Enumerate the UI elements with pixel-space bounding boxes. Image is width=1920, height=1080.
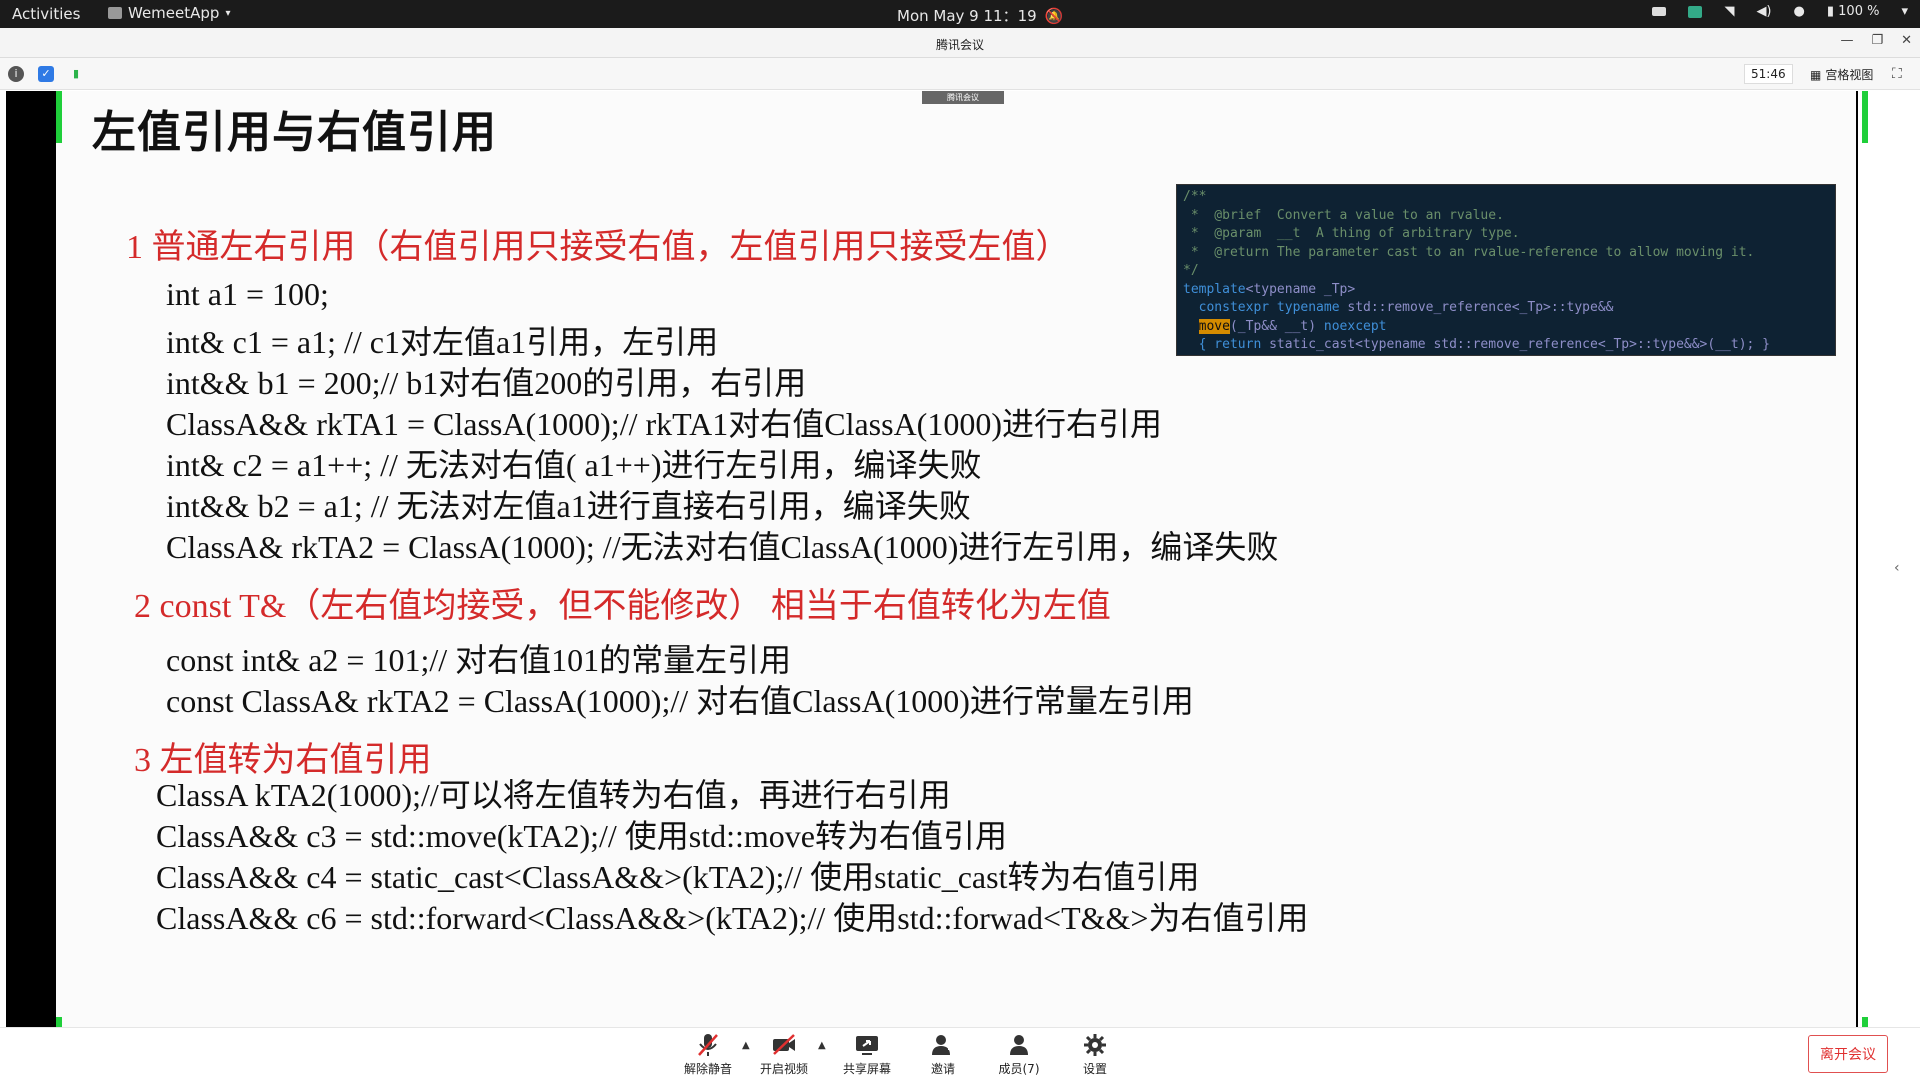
audio-options-caret-icon[interactable]: ▲ bbox=[742, 1040, 750, 1051]
code-text: <typename _Tp> bbox=[1245, 281, 1356, 297]
code-line: ClassA&& c3 = std::move(kTA2);// 使用std::… bbox=[156, 818, 1008, 854]
code-text: static_cast<typename std::remove_referen… bbox=[1269, 337, 1770, 352]
minimize-icon[interactable]: — bbox=[1840, 33, 1853, 48]
speaker-indicator bbox=[1862, 91, 1868, 143]
invite-label: 邀请 bbox=[930, 1062, 955, 1076]
share-screen-icon bbox=[856, 1036, 878, 1055]
meeting-timer: 51:46 bbox=[1744, 64, 1793, 84]
settings-label: 设置 bbox=[1082, 1062, 1107, 1076]
shared-screen: 左值引用与右值引用 1 普通左右引用（右值引用只接受右值，左值引用只接受左值） … bbox=[6, 91, 1868, 1027]
restore-icon[interactable]: ❐ bbox=[1871, 33, 1883, 48]
battery-icon: ▮ bbox=[1826, 4, 1835, 19]
battery-label: 100 % bbox=[1838, 4, 1880, 19]
code-comment-line: */ bbox=[1183, 263, 1199, 278]
grid-icon: ▦ bbox=[1810, 67, 1822, 82]
shield-icon[interactable]: ✓ bbox=[38, 66, 54, 82]
app-menu-label: WemeetApp bbox=[128, 4, 220, 22]
code-line: const int& a2 = 101;// 对右值101的常量左引用 bbox=[166, 642, 792, 678]
code-line: move(_Tp&& __t) noexcept bbox=[1183, 318, 1829, 337]
members-label: 成员(7) bbox=[998, 1062, 1040, 1076]
code-highlight: move bbox=[1198, 318, 1230, 334]
code-line: int&& b2 = a1; // 无法对左值a1进行直接右引用，编译失败 bbox=[166, 488, 971, 524]
fullscreen-icon[interactable]: ⛶ bbox=[1892, 66, 1902, 82]
app-menu[interactable]: WemeetApp ▾ bbox=[108, 4, 230, 22]
code-line: ClassA&& c4 = static_cast<ClassA&&>(kTA2… bbox=[156, 859, 1200, 895]
battery-indicator[interactable]: ▮ 100 % bbox=[1827, 4, 1880, 19]
code-screenshot: /** * @brief Convert a value to an rvalu… bbox=[1176, 184, 1836, 356]
code-line: ClassA&& rkTA1 = ClassA(1000);// rkTA1对右… bbox=[166, 406, 1162, 442]
clock-label: Mon May 9 11：19 bbox=[897, 7, 1037, 25]
presentation-slide: 左值引用与右值引用 1 普通左右引用（右值引用只接受右值，左值引用只接受左值） … bbox=[56, 91, 1856, 1027]
keyboard-icon[interactable] bbox=[1652, 7, 1667, 16]
share-screen-label: 共享屏幕 bbox=[842, 1062, 891, 1076]
volume-icon[interactable]: ◀) bbox=[1756, 4, 1771, 19]
invite-button[interactable]: 邀请 bbox=[911, 1032, 975, 1077]
code-line: int& c1 = a1; // c1对左值a1引用，左引用 bbox=[166, 324, 719, 360]
members-button[interactable]: 成员(7) bbox=[987, 1032, 1051, 1077]
caret-down-icon: ▾ bbox=[225, 7, 231, 19]
code-keyword: noexcept bbox=[1323, 318, 1387, 334]
clock[interactable]: Mon May 9 11：19 🔕 bbox=[897, 5, 1063, 26]
app-icon bbox=[108, 7, 122, 19]
speaker-indicator bbox=[56, 91, 62, 143]
microphone-icon[interactable]: ● bbox=[1794, 4, 1805, 19]
code-line: const ClassA& rkTA2 = ClassA(1000);// 对右… bbox=[166, 683, 1194, 719]
code-line: int&& b1 = 200;// b1对右值200的引用，右引用 bbox=[166, 365, 807, 401]
system-tray[interactable]: ◥ ◀) ● ▮ 100 % ▾ bbox=[1652, 4, 1908, 19]
grid-view-label: 宫格视图 bbox=[1825, 68, 1874, 82]
speaker-indicator bbox=[56, 1017, 62, 1027]
power-menu-caret-icon[interactable]: ▾ bbox=[1901, 4, 1908, 19]
grid-view-button[interactable]: ▦ 宫格视图 bbox=[1802, 64, 1881, 85]
network-app-icon[interactable] bbox=[1688, 5, 1703, 18]
wifi-icon[interactable]: ◥ bbox=[1724, 4, 1734, 19]
gear-icon bbox=[1084, 1034, 1106, 1056]
system-top-bar: Activities WemeetApp ▾ Mon May 9 11：19 🔕… bbox=[0, 0, 1920, 28]
section-heading-1: 1 普通左右引用（右值引用只接受右值，左值引用只接受左值） bbox=[126, 229, 1070, 266]
mic-muted-icon bbox=[698, 1034, 718, 1056]
section-heading-2: 2 const T&（左右值均接受，但不能修改） 相当于右值转化为左值 bbox=[134, 588, 1111, 625]
speaker-indicator bbox=[1862, 1017, 1868, 1027]
code-keyword: { return bbox=[1183, 337, 1270, 352]
code-comment-line: * @return The parameter cast to an rvalu… bbox=[1183, 244, 1755, 260]
share-screen-button[interactable]: 共享屏幕 bbox=[835, 1032, 899, 1077]
info-icon[interactable]: i bbox=[8, 66, 24, 82]
code-comment-line: * @param __t A thing of arbitrary type. bbox=[1183, 226, 1520, 241]
start-video-button[interactable]: 开启视频 bbox=[752, 1032, 816, 1077]
window-title-bar: 腾讯会议 — ❐ ✕ bbox=[0, 28, 1920, 58]
video-off-icon bbox=[773, 1034, 795, 1055]
settings-button[interactable]: 设置 bbox=[1063, 1032, 1127, 1077]
code-text: (_Tp&& __t) bbox=[1229, 318, 1324, 334]
meeting-controls: 解除静音 ▲ 开启视频 ▲ 共享屏幕 邀请 成员(7) 设置 离开会议 bbox=[0, 1027, 1920, 1080]
meeting-toolbar: i ✓ ▮ 51:46 ▦ 宫格视图 ⛶ bbox=[0, 58, 1920, 90]
code-line: constexpr typename std::remove_reference… bbox=[1183, 299, 1829, 318]
window-title: 腾讯会议 bbox=[935, 38, 984, 52]
code-line: ClassA&& c6 = std::forward<ClassA&&>(kTA… bbox=[156, 900, 1309, 936]
unmute-button[interactable]: 解除静音 bbox=[676, 1032, 740, 1077]
chevron-left-icon[interactable]: ‹ bbox=[1894, 560, 1900, 576]
code-comment-line: * @brief Convert a value to an rvalue. bbox=[1183, 207, 1504, 223]
code-keyword: template bbox=[1183, 281, 1246, 297]
notifications-off-icon: 🔕 bbox=[1044, 6, 1064, 25]
add-user-icon bbox=[932, 1035, 954, 1055]
code-line: ClassA& rkTA2 = ClassA(1000); //无法对右值Cla… bbox=[166, 529, 1279, 565]
code-line: { return static_cast<typename std::remov… bbox=[1183, 336, 1829, 355]
code-line: ClassA kTA2(1000);//可以将左值转为右值，再进行右引用 bbox=[156, 777, 951, 813]
code-line: int& c2 = a1++; // 无法对右值( a1++)进行左引用，编译失… bbox=[166, 447, 982, 483]
signal-icon[interactable]: ▮ bbox=[68, 66, 84, 82]
video-options-caret-icon[interactable]: ▲ bbox=[818, 1040, 826, 1051]
code-line: int a1 = 100; bbox=[166, 276, 329, 312]
start-video-label: 开启视频 bbox=[759, 1062, 808, 1076]
code-line: template<typename _Tp> bbox=[1183, 281, 1829, 300]
code-text: std::remove_reference<_Tp>::type&& bbox=[1347, 300, 1614, 315]
activities-button[interactable]: Activities bbox=[12, 5, 80, 23]
slide-title: 左值引用与右值引用 bbox=[92, 107, 497, 158]
presenter-tag: 腾讯会议 bbox=[922, 91, 1004, 104]
window-controls: — ❐ ✕ bbox=[1840, 33, 1912, 48]
members-icon bbox=[1010, 1035, 1028, 1055]
close-icon[interactable]: ✕ bbox=[1901, 33, 1912, 48]
leave-meeting-button[interactable]: 离开会议 bbox=[1808, 1035, 1888, 1073]
code-comment-line: /** bbox=[1183, 189, 1207, 204]
code-keyword: constexpr typename bbox=[1183, 300, 1348, 315]
unmute-label: 解除静音 bbox=[683, 1062, 732, 1076]
